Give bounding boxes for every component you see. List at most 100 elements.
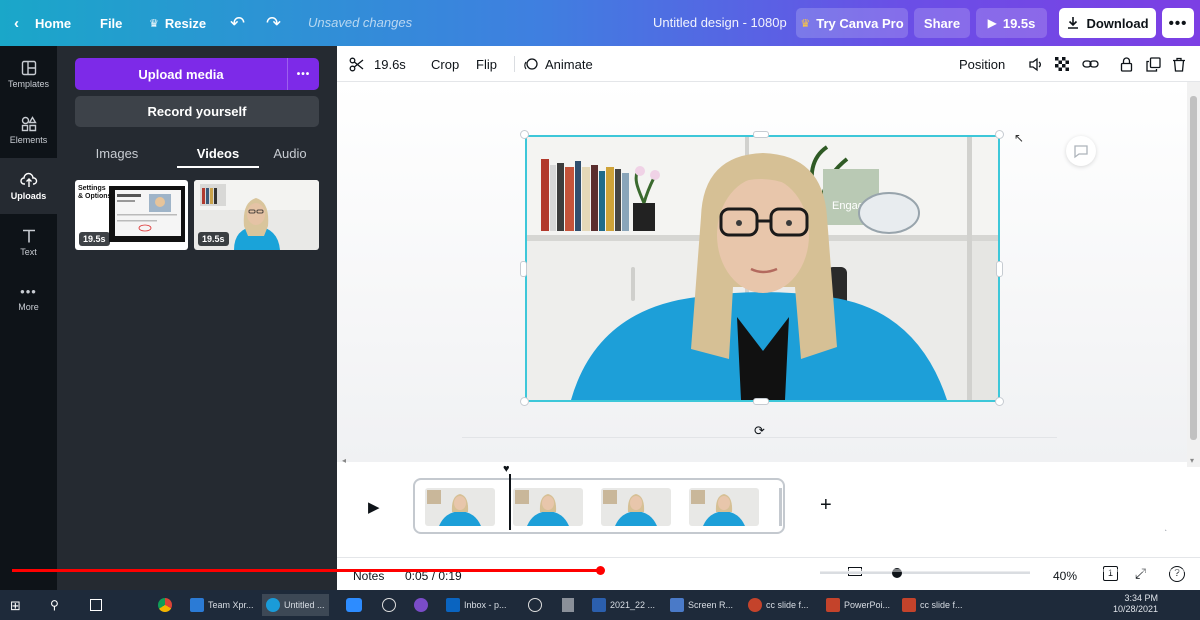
- taskbar-item[interactable]: PowerPoi...: [826, 594, 890, 616]
- scroll-left-arrow-icon[interactable]: ◂: [342, 456, 346, 465]
- taskbar-item[interactable]: Inbox - p...: [446, 594, 507, 616]
- unsaved-status: Unsaved changes: [308, 15, 413, 30]
- vertical-scrollbar[interactable]: [1187, 82, 1200, 462]
- duration-badge: 19.5s: [198, 232, 229, 246]
- taskbar-item-label: Inbox - p...: [464, 600, 507, 610]
- taskbar-item[interactable]: Team Xpr...: [190, 594, 254, 616]
- undo-button[interactable]: ↶: [230, 0, 245, 46]
- mouse-cursor-icon: ↖: [1014, 131, 1025, 145]
- upload-more-button[interactable]: •••: [287, 58, 319, 90]
- chrome-icon[interactable]: [158, 598, 172, 612]
- design-title[interactable]: Untitled design - 1080p: [653, 15, 787, 30]
- rail-item-more[interactable]: ••• More: [0, 270, 57, 326]
- resize-handle-bottom-right[interactable]: [995, 397, 1004, 406]
- rail-item-text[interactable]: Text: [0, 214, 57, 270]
- video-thumbnail[interactable]: Settings & Options 19.5s: [75, 180, 188, 250]
- resize-handle-left[interactable]: [520, 261, 527, 277]
- transparency-button[interactable]: [1055, 46, 1069, 82]
- animate-icon: [524, 57, 538, 70]
- link-button[interactable]: [1082, 46, 1099, 82]
- tab-audio[interactable]: Audio: [261, 138, 319, 168]
- rail-item-templates[interactable]: Templates: [0, 46, 57, 102]
- present-button[interactable]: ▶ 19.5s: [976, 8, 1047, 38]
- taskbar-item[interactable]: 2021_22 ...: [592, 594, 655, 616]
- resize-handle-top[interactable]: [753, 131, 769, 138]
- crown-icon: ♛: [800, 17, 811, 30]
- taskbar-item[interactable]: cc slide f...: [748, 594, 809, 616]
- home-label: Home: [35, 15, 72, 31]
- webcam-video-frame: Engage: [527, 137, 998, 400]
- word-icon: [592, 598, 606, 612]
- trim-button[interactable]: 19.6s: [349, 46, 406, 82]
- edge-icon: [266, 598, 280, 612]
- comment-icon: [1074, 144, 1088, 158]
- flip-button[interactable]: Flip: [476, 46, 497, 82]
- resize-handle-bottom-left[interactable]: [520, 397, 529, 406]
- video-element[interactable]: Engage: [525, 135, 1000, 402]
- download-button[interactable]: Download: [1059, 8, 1156, 38]
- duration-badge: 19.5s: [79, 232, 110, 246]
- powerpoint-icon: [748, 598, 762, 612]
- taskbar-item-active[interactable]: Untitled ...: [262, 594, 329, 616]
- present-duration: 19.5s: [1002, 15, 1036, 31]
- record-yourself-button[interactable]: Record yourself: [75, 96, 319, 127]
- expand-icon[interactable]: ⤢: [1135, 565, 1146, 582]
- crop-button[interactable]: Crop: [431, 46, 459, 82]
- resize-handle-top-left[interactable]: [520, 130, 529, 139]
- video-scrubber[interactable]: [596, 566, 605, 575]
- tab-images[interactable]: Images: [75, 138, 159, 168]
- taskbar-item-label: 2021_22 ...: [610, 600, 656, 610]
- download-label: Download: [1086, 15, 1149, 31]
- trim-duration: 19.6s: [374, 56, 406, 72]
- playhead[interactable]: [509, 474, 511, 530]
- animate-button[interactable]: Animate: [524, 46, 593, 82]
- home-button[interactable]: ‹ Home: [14, 0, 71, 46]
- position-button[interactable]: Position: [959, 46, 1005, 82]
- app-icon[interactable]: [382, 598, 396, 612]
- duplicate-button[interactable]: [1146, 46, 1161, 82]
- try-pro-label: Try Canva Pro: [816, 15, 904, 31]
- rail-item-uploads[interactable]: Uploads: [0, 158, 57, 214]
- delete-button[interactable]: [1172, 46, 1186, 82]
- add-comment-button[interactable]: [1066, 136, 1096, 166]
- lock-button[interactable]: [1120, 46, 1133, 82]
- tab-videos[interactable]: Videos: [177, 138, 259, 168]
- play-icon: ▶: [987, 16, 997, 30]
- uploads-icon: [19, 172, 37, 187]
- app-icon[interactable]: [414, 598, 428, 612]
- volume-button[interactable]: [1028, 46, 1044, 82]
- link-icon: [1082, 60, 1099, 68]
- timeline-clip-strip[interactable]: [413, 478, 785, 534]
- upload-media-button[interactable]: Upload media •••: [75, 58, 319, 90]
- taskbar-item[interactable]: Screen R...: [670, 594, 733, 616]
- try-canva-pro-button[interactable]: ♛ Try Canva Pro: [796, 8, 908, 38]
- elements-icon: [21, 115, 37, 131]
- playhead-marker-icon[interactable]: ♥: [503, 463, 510, 475]
- add-page-button[interactable]: +: [820, 494, 832, 517]
- resize-button[interactable]: ♛ Resize: [149, 0, 206, 46]
- rotate-handle-icon[interactable]: ⟳: [754, 423, 765, 439]
- clock-app-icon[interactable]: [528, 598, 542, 612]
- taskbar-item[interactable]: cc slide f...: [902, 594, 963, 616]
- share-button[interactable]: Share: [914, 8, 970, 38]
- resize-handle-right[interactable]: [996, 261, 1003, 277]
- resize-handle-top-right[interactable]: [995, 130, 1004, 139]
- taskbar-search-icon[interactable]: ⚲: [50, 598, 59, 612]
- calculator-icon[interactable]: [562, 598, 574, 612]
- scroll-down-arrow-icon[interactable]: ▾: [1190, 456, 1194, 465]
- templates-icon: [21, 60, 36, 75]
- timeline-play-button[interactable]: ▶: [368, 498, 380, 516]
- trash-icon: [1173, 57, 1185, 72]
- file-menu[interactable]: File: [100, 0, 122, 46]
- resize-handle-bottom[interactable]: [753, 398, 769, 405]
- video-thumbnail[interactable]: 19.5s: [194, 180, 319, 250]
- windows-start-icon[interactable]: ⊞: [10, 598, 21, 614]
- clip-trim-handle[interactable]: [779, 488, 782, 526]
- system-clock[interactable]: 3:34 PM 10/28/2021: [1110, 593, 1158, 615]
- redo-button[interactable]: ↷: [266, 0, 281, 46]
- scissors-icon: [349, 57, 364, 71]
- task-view-icon[interactable]: [90, 599, 102, 611]
- zoom-app-icon[interactable]: [346, 598, 362, 612]
- more-options-button[interactable]: •••: [1162, 8, 1194, 38]
- rail-item-elements[interactable]: Elements: [0, 102, 57, 158]
